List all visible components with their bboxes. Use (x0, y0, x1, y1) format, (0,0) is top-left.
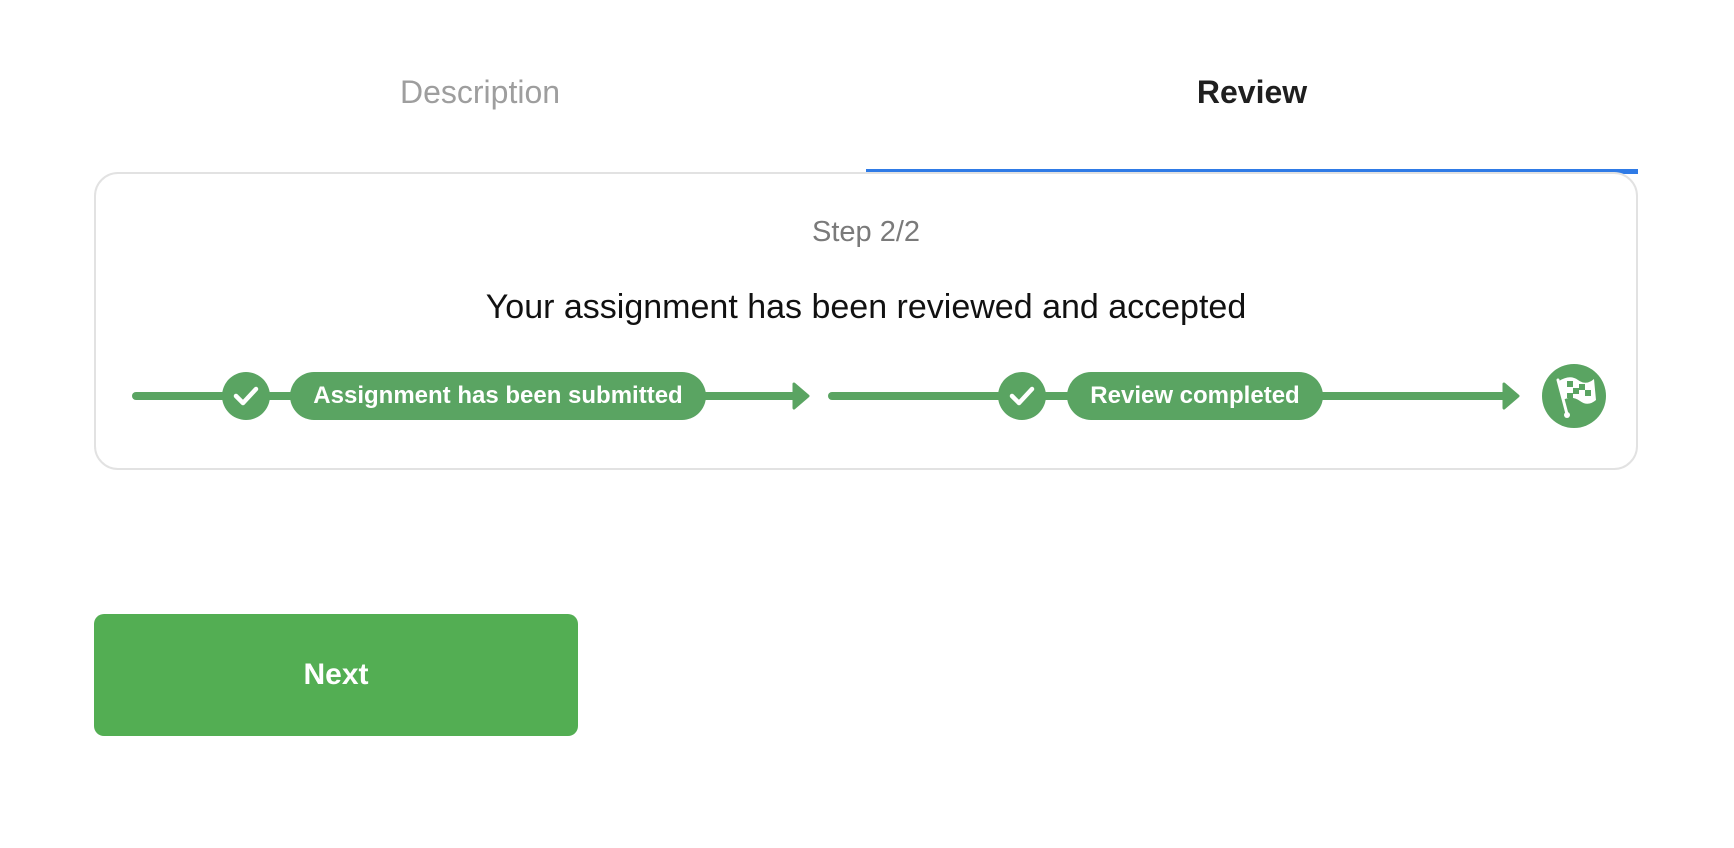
arrow-right-icon (792, 382, 810, 410)
checkered-flag-icon (1542, 364, 1606, 428)
tab-description[interactable]: Description (94, 50, 866, 170)
tab-description-label: Description (399, 74, 561, 110)
stage-review-completed-badge: Review completed (1067, 372, 1323, 420)
check-icon (222, 372, 270, 420)
stage-submitted-badge: Assignment has been submitted (290, 372, 706, 420)
review-status-card: Step 2/2 Your assignment has been review… (94, 172, 1638, 470)
tab-review-label: Review (1196, 74, 1308, 110)
tab-review[interactable]: Review (866, 50, 1638, 170)
arrow-right-icon (1502, 382, 1520, 410)
progress-timeline (132, 364, 1606, 428)
next-button[interactable]: Next (94, 614, 578, 736)
tab-bar: Description Review (94, 50, 1638, 174)
check-icon (998, 372, 1046, 420)
review-page: Description Review Step 2/2 Your assignm… (0, 0, 1734, 848)
stage-review-completed-label: Review completed (1090, 382, 1300, 409)
stage-submitted-label: Assignment has been submitted (313, 382, 683, 409)
